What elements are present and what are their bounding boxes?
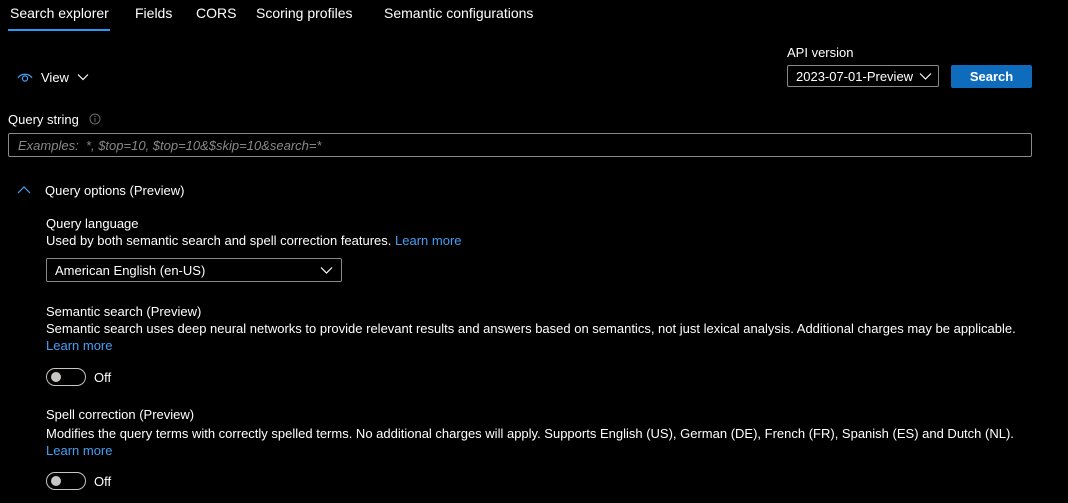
view-label: View [41,69,69,85]
semantic-search-description: Semantic search uses deep neural network… [46,320,1036,354]
tab-semantic-configurations[interactable]: Semantic configurations [384,5,533,21]
semantic-search-toggle-label: Off [94,370,112,385]
tab-scoring-profiles[interactable]: Scoring profiles [256,5,353,21]
spell-correction-desc-text: Modifies the query terms with correctly … [46,426,1014,441]
query-string-label: Query string [8,112,79,127]
spell-correction-title: Spell correction (Preview) [46,407,195,422]
eye-icon [17,73,33,82]
search-button[interactable]: Search [951,65,1032,88]
semantic-search-desc-text: Semantic search uses deep neural network… [46,321,1016,336]
api-version-select[interactable]: 2023-07-01-Preview [787,65,939,87]
query-string-input[interactable] [8,133,1032,157]
chevron-up-icon [17,186,31,194]
view-dropdown[interactable]: View [17,67,89,87]
spell-correction-description: Modifies the query terms with correctly … [46,425,1046,459]
query-language-title: Query language [46,216,139,231]
api-version-value: 2023-07-01-Preview [796,68,914,84]
tab-search-explorer[interactable]: Search explorer [10,5,109,21]
spell-correction-toggle-label: Off [94,474,112,489]
toggle-knob [51,372,61,382]
learn-more-link[interactable]: Learn more [395,233,461,248]
query-language-desc-text: Used by both semantic search and spell c… [46,233,392,248]
tab-cors[interactable]: CORS [196,5,236,21]
chevron-down-icon [919,73,932,80]
chevron-down-icon [320,267,333,274]
query-language-select[interactable]: American English (en-US) [46,258,342,282]
query-options-title: Query options (Preview) [45,182,185,198]
tab-fields[interactable]: Fields [135,5,172,21]
learn-more-link[interactable]: Learn more [46,443,112,458]
query-options-toggle[interactable]: Query options (Preview) [17,181,184,199]
toggle-knob [51,476,61,486]
semantic-search-title: Semantic search (Preview) [46,304,202,319]
query-language-description: Used by both semantic search and spell c… [46,232,462,249]
chevron-down-icon [77,74,89,81]
spell-correction-toggle[interactable] [46,472,86,490]
query-language-value: American English (en-US) [55,262,206,278]
active-tab-indicator [8,29,110,31]
api-version-label: API version [787,45,854,60]
learn-more-link[interactable]: Learn more [46,338,112,353]
tab-bar: Search explorer Fields CORS Scoring prof… [0,0,1068,34]
semantic-search-toggle[interactable] [46,368,86,386]
info-icon[interactable] [89,113,101,125]
